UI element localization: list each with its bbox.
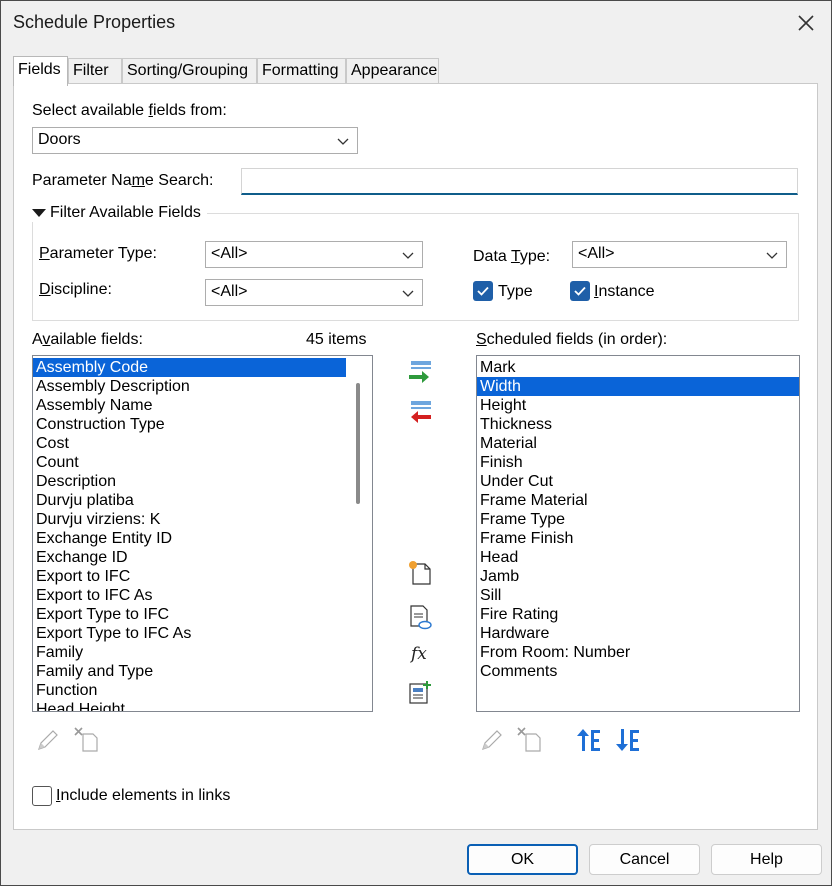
add-shared-parameter-icon[interactable] — [407, 604, 433, 630]
checkmark-icon — [574, 286, 586, 296]
chevron-down-icon — [766, 252, 778, 259]
instance-checkbox-label: Instance — [594, 283, 655, 300]
close-icon[interactable] — [789, 7, 823, 39]
list-item[interactable]: Family and Type — [33, 662, 346, 681]
list-item[interactable]: Fire Rating — [477, 605, 799, 624]
tab-appearance[interactable]: Appearance — [346, 58, 439, 84]
parameter-name-search-input[interactable] — [241, 168, 798, 195]
category-value: Doors — [38, 131, 81, 148]
chevron-down-icon — [337, 138, 349, 145]
list-item[interactable]: Sill — [477, 586, 799, 605]
parameter-name-search-label: Parameter Name Search: — [32, 172, 214, 189]
type-checkbox[interactable] — [473, 281, 493, 301]
list-item[interactable]: Jamb — [477, 567, 799, 586]
list-item[interactable]: Cost — [33, 434, 346, 453]
list-item[interactable]: Description — [33, 472, 346, 491]
list-item[interactable]: Exchange ID — [33, 548, 346, 567]
tab-formatting[interactable]: Formatting — [257, 58, 346, 84]
list-item[interactable]: Export Type to IFC — [33, 605, 346, 624]
title-bar: Schedule Properties — [1, 1, 831, 45]
list-item[interactable]: Frame Finish — [477, 529, 799, 548]
list-item[interactable]: Export to IFC As — [33, 586, 346, 605]
list-item[interactable]: Comments — [477, 662, 799, 681]
remove-parameter-icon[interactable] — [407, 399, 433, 425]
schedule-properties-dialog: Schedule Properties Fields Filter Sortin… — [0, 0, 832, 886]
list-item[interactable]: Assembly Name — [33, 396, 346, 415]
available-fields-count: 45 items — [306, 331, 367, 348]
instance-checkbox[interactable] — [570, 281, 590, 301]
data-type-label: Data Type: — [473, 248, 551, 265]
tab-filter[interactable]: Filter — [68, 58, 122, 84]
window-title: Schedule Properties — [13, 12, 176, 32]
type-checkbox-label: Type — [498, 283, 533, 300]
calculated-value-icon[interactable]: fx — [407, 640, 433, 666]
chevron-down-icon — [402, 252, 414, 259]
move-down-icon[interactable] — [614, 727, 640, 753]
list-item[interactable]: Export to IFC — [33, 567, 346, 586]
edit-scheduled-parameter-icon[interactable] — [479, 727, 505, 753]
tab-sorting-grouping[interactable]: Sorting/Grouping — [122, 58, 257, 84]
list-item[interactable]: Construction Type — [33, 415, 346, 434]
list-item[interactable]: Export Type to IFC As — [33, 624, 346, 643]
list-item[interactable]: Family — [33, 643, 346, 662]
available-fields-label: Available fields: — [32, 331, 143, 348]
list-item[interactable]: Thickness — [477, 415, 799, 434]
tab-fields[interactable]: Fields — [13, 56, 68, 86]
list-item[interactable]: Durvju virziens: K — [33, 510, 346, 529]
add-parameter-icon[interactable] — [407, 359, 433, 385]
scheduled-fields-list[interactable]: Mark Width Height Thickness Material Finish Un… — [476, 355, 800, 712]
combine-parameters-icon[interactable] — [407, 680, 433, 706]
data-type-dropdown[interactable]: <All> — [572, 241, 787, 268]
chevron-down-icon — [402, 290, 414, 297]
ok-button[interactable]: OK — [467, 844, 578, 875]
list-item[interactable]: Under Cut — [477, 472, 799, 491]
collapse-triangle-icon — [32, 208, 46, 217]
include-elements-in-links-checkbox[interactable] — [32, 786, 52, 806]
list-item[interactable]: Assembly Code — [33, 358, 346, 377]
list-item[interactable]: Frame Type — [477, 510, 799, 529]
list-item[interactable]: Exchange Entity ID — [33, 529, 346, 548]
checkmark-icon — [477, 286, 489, 296]
parameter-type-dropdown[interactable]: <All> — [205, 241, 423, 268]
data-type-value: <All> — [578, 245, 615, 262]
delete-scheduled-parameter-icon[interactable] — [517, 727, 543, 753]
list-item[interactable]: Hardware — [477, 624, 799, 643]
move-up-icon[interactable] — [575, 727, 601, 753]
list-item[interactable]: Material — [477, 434, 799, 453]
help-button[interactable]: Help — [711, 844, 822, 875]
fields-tab-panel: Select available fields from: Doors Para… — [13, 83, 818, 830]
new-parameter-icon[interactable] — [407, 560, 433, 586]
parameter-type-label: Parameter Type: — [39, 245, 157, 262]
list-item[interactable]: From Room: Number — [477, 643, 799, 662]
cancel-button[interactable]: Cancel — [589, 844, 700, 875]
available-fields-scrollbar[interactable] — [356, 383, 360, 504]
delete-parameter-icon[interactable] — [74, 727, 100, 753]
discipline-label: Discipline: — [39, 281, 112, 298]
discipline-value: <All> — [211, 283, 248, 300]
list-item[interactable]: Count — [33, 453, 346, 472]
list-item[interactable]: Width — [477, 377, 799, 396]
list-item[interactable]: Frame Material — [477, 491, 799, 510]
list-item[interactable]: Function — [33, 681, 346, 700]
category-dropdown[interactable]: Doors — [32, 127, 358, 154]
svg-text:fx: fx — [409, 644, 427, 664]
scheduled-fields-label: Scheduled fields (in order): — [476, 331, 668, 348]
list-item[interactable]: Mark — [477, 358, 799, 377]
edit-parameter-icon[interactable] — [35, 727, 61, 753]
include-elements-in-links-label: Include elements in links — [56, 787, 231, 804]
parameter-type-value: <All> — [211, 245, 248, 262]
list-item[interactable]: Durvju platiba — [33, 491, 346, 510]
list-item[interactable]: Assembly Description — [33, 377, 346, 396]
list-item[interactable]: Head Height — [33, 700, 346, 711]
discipline-dropdown[interactable]: <All> — [205, 279, 423, 306]
list-item[interactable]: Head — [477, 548, 799, 567]
list-item[interactable]: Height — [477, 396, 799, 415]
list-item[interactable]: Finish — [477, 453, 799, 472]
available-fields-list[interactable]: Assembly Code Assembly Description Assembl… — [32, 355, 373, 712]
select-fields-from-label: Select available fields from: — [32, 102, 227, 119]
filter-available-fields-header[interactable]: Filter Available Fields — [30, 204, 207, 222]
